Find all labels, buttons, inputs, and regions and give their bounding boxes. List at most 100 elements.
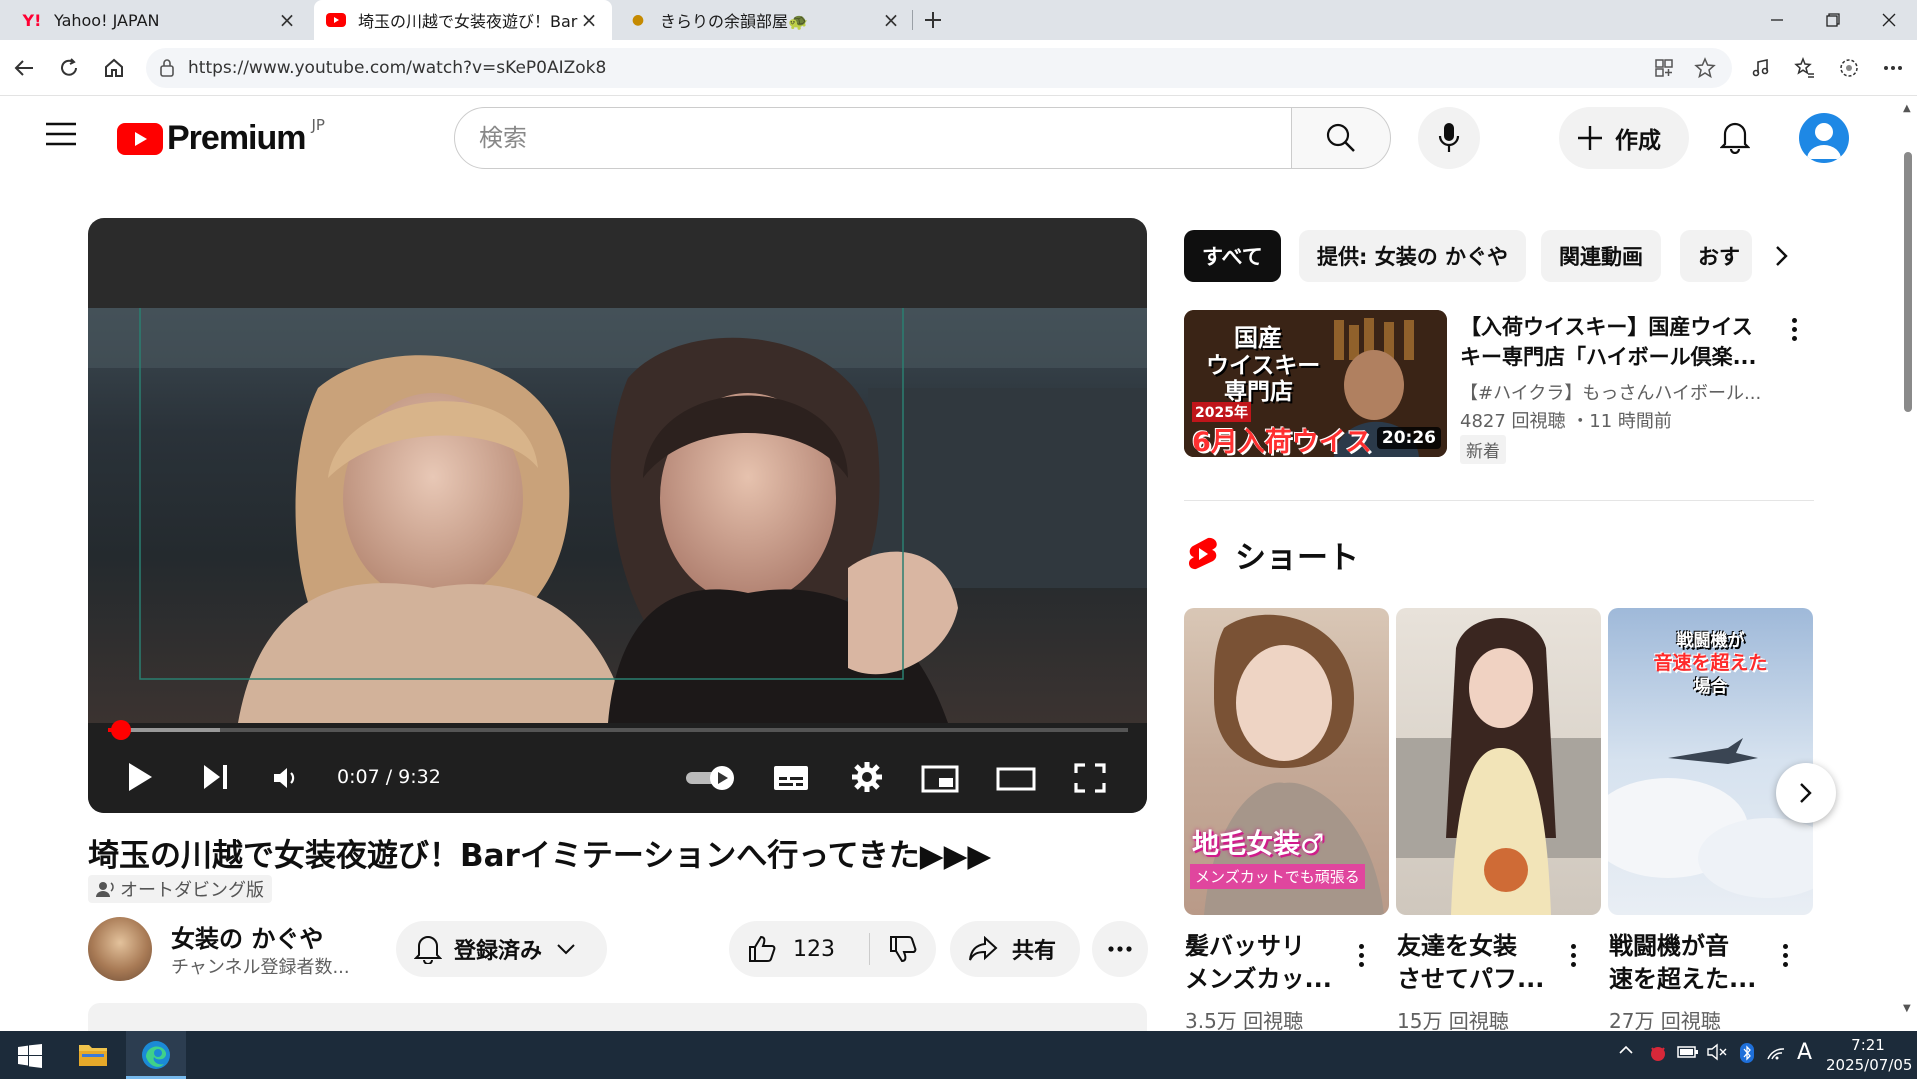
short-card-3[interactable]: 戦闘機が 音速を超えた 場合 xyxy=(1608,608,1813,915)
video-frame[interactable] xyxy=(88,308,1147,723)
play-icon xyxy=(129,763,152,791)
video-duration: 20:26 xyxy=(1376,427,1441,449)
play-button[interactable] xyxy=(126,761,154,793)
channel-name[interactable]: 女装の かぐや xyxy=(171,919,323,954)
show-hidden-icons-chevron[interactable] xyxy=(1618,1045,1634,1055)
search-input[interactable]: 検索 xyxy=(454,107,1292,169)
reload-button[interactable] xyxy=(49,48,89,88)
windows-start-icon[interactable] xyxy=(18,1044,42,1068)
subtitles-button[interactable] xyxy=(773,765,809,791)
thumbs-down-icon xyxy=(890,936,917,963)
chip-from-channel[interactable]: 提供: 女装の かぐや xyxy=(1299,230,1527,282)
autoplay-toggle[interactable] xyxy=(686,765,738,791)
lock-icon[interactable] xyxy=(158,58,176,78)
subscribed-button[interactable]: 登録済み xyxy=(396,921,607,977)
shorts-next-button[interactable] xyxy=(1776,763,1836,823)
create-label: 作成 xyxy=(1615,128,1661,154)
recommended-thumbnail[interactable]: 国産 ウイスキー 専門店 2025年 6月入荷ウイス 20:26 xyxy=(1184,310,1447,457)
tray-app-icon[interactable] xyxy=(1648,1043,1668,1063)
miniplayer-button[interactable] xyxy=(921,765,959,793)
windows-taskbar: A 7:21 2025/07/05 xyxy=(0,1031,1917,1079)
chips-next-button[interactable] xyxy=(1752,226,1812,286)
ime-indicator[interactable]: A xyxy=(1797,1040,1812,1065)
short-3-title[interactable]: 戦闘機が音 速を超えた... xyxy=(1609,930,1756,996)
address-bar[interactable]: https://www.youtube.com/watch?v=sKeP0AIZ… xyxy=(146,48,1732,88)
edge-taskbar-button[interactable] xyxy=(126,1031,186,1079)
bluetooth-icon[interactable] xyxy=(1740,1043,1754,1063)
more-horiz-icon xyxy=(1108,946,1132,952)
restore-button[interactable] xyxy=(1805,0,1861,40)
tab-yahoo[interactable]: Y! Yahoo! JAPAN × xyxy=(10,0,310,40)
voice-search-button[interactable] xyxy=(1418,107,1480,169)
scrubber-handle[interactable] xyxy=(111,720,132,740)
recommended-menu-icon[interactable] xyxy=(1789,318,1799,341)
tab-kirari[interactable]: ● きらりの余韻部屋🐢 × xyxy=(616,0,914,40)
short-2-title[interactable]: 友達を女装 させてパフ... xyxy=(1397,930,1544,996)
fullscreen-button[interactable] xyxy=(1074,763,1106,793)
close-tab-icon[interactable]: × xyxy=(276,8,298,32)
settings-button[interactable] xyxy=(851,761,883,793)
youtube-premium-logo[interactable]: Premium JP xyxy=(117,116,325,158)
wifi-icon[interactable] xyxy=(1766,1043,1786,1061)
read-aloud-icon[interactable] xyxy=(1741,48,1781,88)
next-button[interactable] xyxy=(202,763,230,791)
page-scrollbar[interactable]: ▲ ▼ xyxy=(1898,97,1917,1031)
more-menu-icon[interactable] xyxy=(1873,48,1913,88)
like-button[interactable]: 123 xyxy=(729,921,869,977)
back-button[interactable] xyxy=(4,48,44,88)
description-box[interactable] xyxy=(88,1003,1147,1031)
minimize-button[interactable] xyxy=(1749,0,1805,40)
section-divider xyxy=(1184,500,1814,501)
more-actions-button[interactable] xyxy=(1092,921,1148,977)
notifications-bell-icon[interactable] xyxy=(1720,120,1750,154)
scroll-down-icon[interactable]: ▼ xyxy=(1903,1003,1911,1014)
chip-all[interactable]: すべて xyxy=(1184,230,1281,282)
short-1-title[interactable]: 髪バッサリ メンズカッ... xyxy=(1185,930,1332,996)
close-tab-icon[interactable]: × xyxy=(578,8,600,32)
short-card-2[interactable] xyxy=(1396,608,1601,915)
app-view-icon[interactable] xyxy=(1654,58,1674,78)
search-icon xyxy=(1326,123,1355,152)
recommended-title[interactable]: 【入荷ウイスキー】国産ウイス キー専門店「ハイボール倶楽... xyxy=(1460,312,1780,372)
short-3-title-line2: 速を超えた... xyxy=(1609,965,1757,993)
short-card-1[interactable]: 地毛女装♂ メンズカットでも頑張る xyxy=(1184,608,1389,915)
short-3-menu-icon[interactable] xyxy=(1780,944,1790,967)
chip-related[interactable]: 関連動画 xyxy=(1541,230,1661,282)
short-2-menu-icon[interactable] xyxy=(1568,944,1578,967)
next-icon xyxy=(204,765,227,789)
home-button[interactable] xyxy=(94,48,134,88)
favorite-star-icon[interactable] xyxy=(1694,57,1716,79)
speaker-muted-icon[interactable] xyxy=(1707,1043,1727,1061)
recommended-channel[interactable]: 【#ハイクラ】もっさんハイボール... xyxy=(1460,379,1761,405)
yahoo-icon: Y! xyxy=(22,10,42,30)
browser-essentials-icon[interactable] xyxy=(1829,48,1869,88)
create-button[interactable]: 作成 xyxy=(1559,107,1689,169)
search-button[interactable] xyxy=(1291,107,1391,169)
share-button[interactable]: 共有 xyxy=(950,921,1080,977)
avatar[interactable] xyxy=(1799,113,1849,163)
short-1-title-line2: メンズカッ... xyxy=(1185,965,1332,993)
hamburger-menu-icon[interactable] xyxy=(46,122,76,146)
person-voice-icon xyxy=(96,882,114,897)
favorites-icon[interactable] xyxy=(1785,48,1825,88)
channel-avatar[interactable] xyxy=(88,917,152,981)
clock[interactable]: 7:21 2025/07/05 xyxy=(1826,1035,1912,1075)
theater-mode-button[interactable] xyxy=(996,767,1036,791)
auto-dub-badge[interactable]: オートダビング版 xyxy=(88,875,272,903)
chip-recommended[interactable]: おす xyxy=(1680,230,1752,282)
close-tab-icon[interactable]: × xyxy=(880,8,902,32)
scrollbar-thumb[interactable] xyxy=(1904,152,1912,412)
browser-tab-bar: Y! Yahoo! JAPAN × 埼玉の川越で女装夜遊び！Barイミ × ● … xyxy=(0,0,1917,40)
new-tab-button[interactable] xyxy=(913,0,953,40)
short-1-menu-icon[interactable] xyxy=(1356,944,1366,967)
progress-bar[interactable] xyxy=(108,720,1128,740)
file-explorer-icon[interactable] xyxy=(78,1041,108,1067)
tab-youtube-active[interactable]: 埼玉の川越で女装夜遊び！Barイミ × xyxy=(314,0,612,40)
scroll-up-icon[interactable]: ▲ xyxy=(1903,103,1911,114)
battery-icon[interactable] xyxy=(1677,1045,1699,1059)
video-player[interactable]: 0:07 / 9:32 xyxy=(88,218,1147,813)
logo-text: Premium xyxy=(167,119,306,157)
mute-button[interactable] xyxy=(272,765,300,791)
close-window-button[interactable] xyxy=(1861,0,1917,40)
dislike-button[interactable] xyxy=(870,921,936,977)
